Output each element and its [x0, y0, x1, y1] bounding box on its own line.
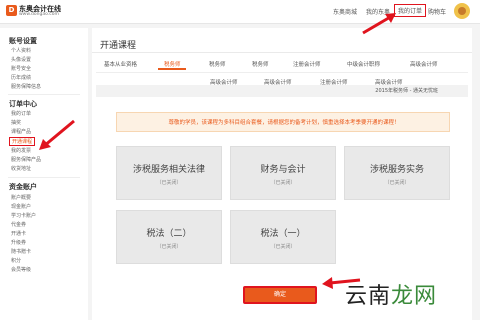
nav-cart[interactable]: 购物车 [428, 7, 446, 16]
course-name: 税法（一） [260, 229, 306, 239]
logo-url: www.dongao.com [19, 12, 59, 17]
watermark: 云南龙网 [345, 284, 438, 309]
sidebar-section-orders: 订单中心 [9, 100, 37, 108]
sidebar-item-course-products[interactable]: 课程产品 [11, 128, 31, 135]
arrow-to-orders-icon [362, 13, 396, 35]
nav-mall[interactable]: 东奥商城 [333, 7, 357, 16]
sidebar-item-member-level[interactable]: 会员等级 [11, 266, 31, 273]
class-bar: 2015年税务师 - 通关无忧班 [96, 85, 468, 97]
arrow-to-open-course-icon [39, 119, 75, 150]
avatar[interactable] [454, 3, 470, 19]
tab-cpa[interactable]: 注册会计师 [293, 60, 321, 68]
sidebar-divider [8, 177, 80, 178]
course-name: 财务与会计 [260, 165, 306, 175]
sidebar-item-profile[interactable]: 个人资料 [11, 47, 31, 54]
course-card-tax-law-2[interactable]: 税法（二） （已关闭） [116, 210, 222, 264]
course-status: （已关闭） [156, 180, 182, 186]
course-status: （已关闭） [384, 180, 410, 186]
title-divider [92, 52, 472, 53]
tab-tax-advisor-2[interactable]: 税务师 [209, 60, 226, 68]
course-name: 涉税服务实务 [369, 165, 424, 175]
class-name: 2015年税务师 - 通关无忧班 [375, 88, 438, 94]
sidebar: 账号设置 个人资料 头像设置 账号安全 历年成绩 服务保障信息 订单中心 我的订… [0, 28, 88, 320]
sidebar-item-address[interactable]: 收货地址 [11, 165, 31, 172]
main-panel: 开通课程 基本从业资格 税务师 税务师 税务师 注册会计师 中级会计职称 高级会… [92, 28, 472, 320]
course-card-practice[interactable]: 涉税服务实务 （已关闭） [344, 146, 450, 200]
sidebar-section-account: 账号设置 [9, 37, 37, 45]
tab-basic-qualification[interactable]: 基本从业资格 [104, 60, 137, 68]
course-status: （已关闭） [156, 244, 182, 250]
tab-intermediate-accountant[interactable]: 中级会计职称 [347, 60, 380, 68]
notice-text: 尊敬的学员，该课程为多科目组合套餐，请根据您的备考计划，慎重选择本考季要开通的课… [168, 120, 400, 126]
sidebar-item-open-course[interactable]: 开通课程 [9, 137, 36, 146]
sidebar-item-security[interactable]: 账号安全 [11, 65, 31, 72]
sidebar-item-service-products[interactable]: 服务保障产品 [11, 156, 41, 163]
sidebar-item-activation-card[interactable]: 开通卡 [11, 230, 26, 237]
active-tab-underline [158, 68, 186, 70]
course-status: （已关闭） [270, 244, 296, 250]
sidebar-item-scores[interactable]: 历年成绩 [11, 74, 31, 81]
sidebar-item-avatar[interactable]: 头像设置 [11, 56, 31, 63]
tabs-divider [96, 72, 468, 73]
site-logo[interactable]: D 东奥会计在线 www.dongao.com [6, 4, 61, 18]
sidebar-item-upgrade-coupon[interactable]: 升级券 [11, 239, 26, 246]
course-card-law[interactable]: 涉税服务相关法律 （已关闭） [116, 146, 222, 200]
sidebar-item-service-info[interactable]: 服务保障信息 [11, 83, 41, 90]
sidebar-item-vouchers[interactable]: 代金券 [11, 221, 26, 228]
sidebar-divider [8, 94, 80, 95]
sidebar-item-cash-account[interactable]: 现金账户 [11, 203, 31, 210]
page-title: 开通课程 [100, 41, 137, 51]
sidebar-item-account-summary[interactable]: 账户概要 [11, 194, 31, 201]
sidebar-item-lottery[interactable]: 抽奖 [11, 119, 21, 126]
notice-box: 尊敬的学员，该课程为多科目组合套餐，请根据您的备考计划，慎重选择本考季要开通的课… [116, 112, 450, 132]
tab-senior-accountant[interactable]: 高级会计师 [410, 60, 438, 68]
course-card-finance[interactable]: 财务与会计 （已关闭） [230, 146, 336, 200]
course-name: 税法（二） [146, 229, 192, 239]
sidebar-item-study-card[interactable]: 学习卡账户 [11, 212, 36, 219]
sidebar-item-book-card[interactable]: 随书赠卡 [11, 248, 31, 255]
sidebar-item-points[interactable]: 积分 [11, 257, 21, 264]
tab-tax-advisor-active[interactable]: 税务师 [164, 60, 181, 68]
sidebar-item-invoices[interactable]: 我的发票 [11, 147, 31, 154]
tab-tax-advisor-3[interactable]: 税务师 [252, 60, 269, 68]
sidebar-item-my-orders[interactable]: 我的订单 [11, 110, 31, 117]
logo-icon: D [6, 5, 17, 16]
top-bar: D 东奥会计在线 www.dongao.com 东奥商城 我的东奥 我的订单 购… [0, 0, 480, 24]
course-status: （已关闭） [270, 180, 296, 186]
course-card-tax-law-1[interactable]: 税法（一） （已关闭） [230, 210, 336, 264]
confirm-button[interactable]: 确定 [243, 286, 317, 304]
course-name: 涉税服务相关法律 [132, 165, 205, 175]
sidebar-section-funds: 资金账户 [9, 183, 37, 191]
